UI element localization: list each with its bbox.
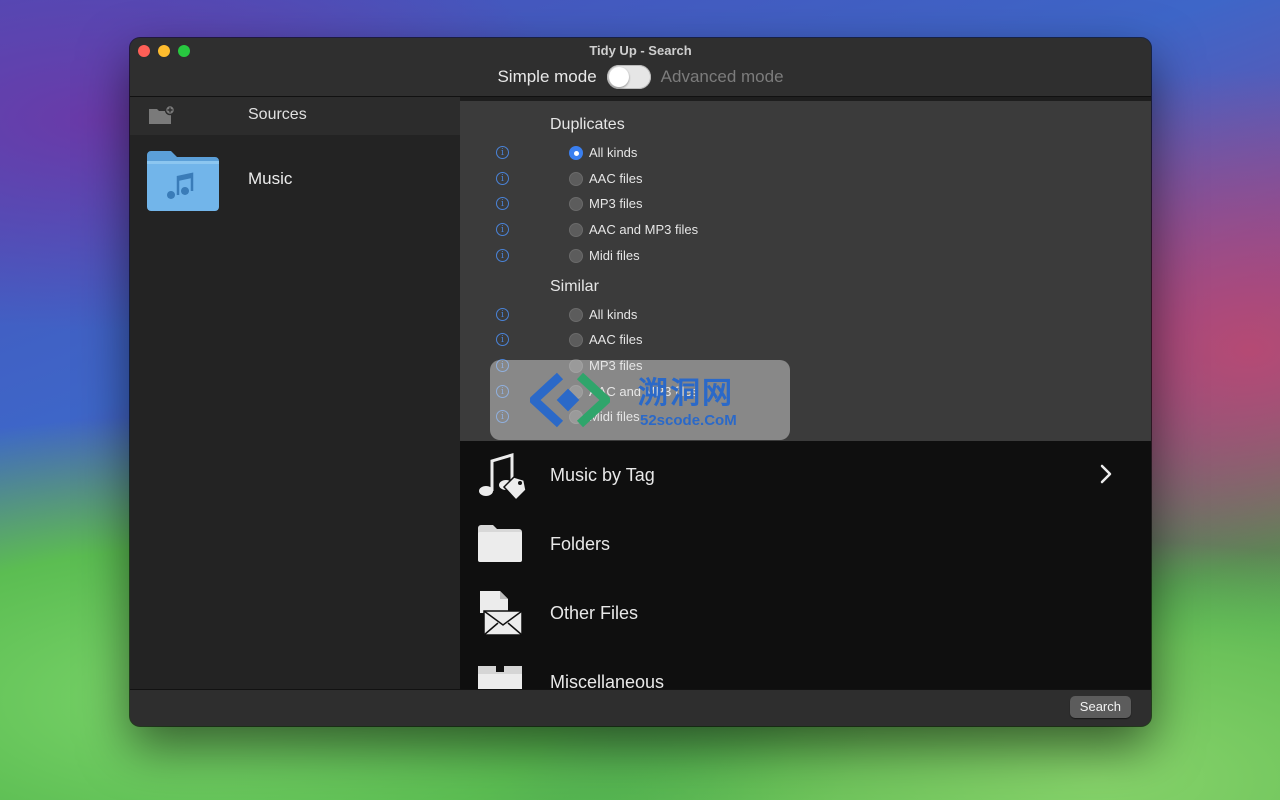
toggle-knob — [608, 67, 629, 87]
info-icon[interactable]: i — [496, 308, 509, 321]
option-similar-aac[interactable]: i AAC files — [460, 330, 1151, 352]
category-label: Other Files — [550, 603, 639, 623]
category-label: Miscellaneous — [550, 672, 665, 690]
radio-button[interactable] — [569, 197, 583, 211]
category-miscellaneous[interactable]: Miscellaneous — [460, 650, 1151, 690]
watermark-logo-icon — [530, 372, 610, 428]
radio-button[interactable] — [569, 146, 583, 160]
folder-add-icon[interactable] — [148, 104, 176, 132]
folder-icon — [476, 520, 524, 569]
option-duplicates-aac-mp3[interactable]: i AAC and MP3 files — [460, 220, 1151, 242]
group-title-similar: Similar — [550, 278, 599, 295]
info-icon[interactable]: i — [496, 146, 509, 159]
group-title-duplicates: Duplicates — [550, 116, 625, 133]
category-other-files[interactable]: Other Files — [460, 581, 1151, 647]
radio-button[interactable] — [569, 223, 583, 237]
chevron-right-icon[interactable] — [1099, 463, 1113, 491]
window-title: Tidy Up - Search — [589, 43, 692, 58]
document-envelope-icon — [476, 589, 526, 644]
watermark-text-cn: 溯洞网 — [638, 377, 734, 410]
category-folders[interactable]: Folders — [460, 512, 1151, 578]
source-item-music[interactable]: Music — [130, 135, 460, 225]
watermark: 溯洞网 52scode.CoM — [490, 360, 790, 440]
info-icon[interactable]: i — [496, 333, 509, 346]
radio-button[interactable] — [569, 308, 583, 322]
bottom-toolbar: Search — [130, 689, 1151, 726]
option-label: Midi files — [589, 248, 640, 263]
mode-switcher: Simple mode Advanced mode — [130, 64, 1151, 90]
option-duplicates-aac[interactable]: i AAC files — [460, 169, 1151, 191]
box-icon — [476, 658, 524, 690]
option-duplicates-mp3[interactable]: i MP3 files — [460, 194, 1151, 216]
category-music-by-tag[interactable]: Music by Tag — [460, 443, 1151, 509]
option-label: All kinds — [589, 145, 638, 160]
info-icon[interactable]: i — [496, 172, 509, 185]
option-duplicates-all-kinds[interactable]: i All kinds — [460, 143, 1151, 165]
option-label: AAC files — [589, 171, 643, 186]
music-tag-icon — [476, 451, 528, 508]
title-bar: Tidy Up - Search Simple mode Advanced mo… — [130, 38, 1151, 97]
category-label: Music by Tag — [550, 465, 655, 485]
source-item-label: Music — [248, 169, 293, 188]
radio-button[interactable] — [569, 172, 583, 186]
option-label: All kinds — [589, 307, 638, 322]
option-label: AAC files — [589, 332, 643, 347]
info-icon[interactable]: i — [496, 249, 509, 262]
option-duplicates-midi[interactable]: i Midi files — [460, 246, 1151, 268]
option-similar-all-kinds[interactable]: i All kinds — [460, 305, 1151, 327]
info-icon[interactable]: i — [496, 223, 509, 236]
radio-button[interactable] — [569, 249, 583, 263]
option-label: AAC and MP3 files — [589, 222, 699, 237]
option-label: MP3 files — [589, 196, 643, 211]
mode-toggle[interactable] — [606, 65, 651, 89]
info-icon[interactable]: i — [496, 197, 509, 210]
category-label: Folders — [550, 534, 611, 554]
sources-sidebar: Sources Music — [130, 97, 460, 690]
radio-button[interactable] — [569, 333, 583, 347]
sources-header: Sources — [130, 97, 460, 135]
search-button[interactable]: Search — [1069, 696, 1131, 718]
simple-mode-label[interactable]: Simple mode — [497, 67, 596, 87]
advanced-mode-label[interactable]: Advanced mode — [661, 67, 784, 87]
music-folder-icon — [145, 149, 221, 218]
sources-title: Sources — [248, 106, 307, 123]
watermark-text-en: 52scode.CoM — [640, 412, 737, 429]
